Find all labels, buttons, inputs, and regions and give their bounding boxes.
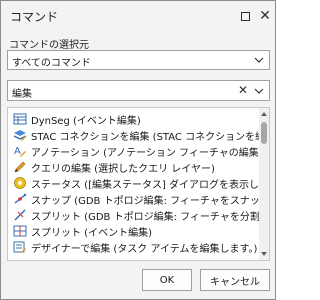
list-item-label: スプリット (イベント編集) (31, 227, 152, 239)
search-input-value: 編集 (12, 89, 32, 100)
scrollbar-thumb[interactable] (261, 122, 267, 144)
list-scrollbar[interactable] (259, 108, 269, 260)
chevron-down-icon (254, 57, 264, 63)
list-item[interactable]: ステータス ([編集ステータス] ダイアログを表示しま... (8, 175, 259, 191)
pencil-icon (14, 161, 26, 173)
clear-icon[interactable]: ✕ (238, 83, 248, 97)
close-button[interactable]: ✕ (255, 6, 275, 26)
list-item-label: スプリット (GDB トポロジ編集: フィーチャを分割す... (31, 211, 259, 223)
split-icon (14, 209, 26, 221)
commands-dialog: コマンド ✕ コマンドの選択元 すべてのコマンド 編集 ✕ DynSeg (イベ… (0, 0, 276, 300)
snap-icon (14, 193, 27, 204)
list-item-label: DynSeg (イベント編集) (31, 115, 141, 127)
source-dropdown-value: すべてのコマンド (12, 58, 91, 69)
command-list: DynSeg (イベント編集) STAC コネクションを編集 (STAC コネク… (7, 107, 270, 261)
split-event-icon (13, 225, 27, 237)
status-icon (14, 177, 26, 189)
maximize-button[interactable] (235, 6, 255, 26)
list-item[interactable]: A アノテーション (アノテーション フィーチャの編集) (8, 143, 259, 159)
list-item-label: スナップ (GDB トポロジ編集: フィーチャをスナップす... (31, 195, 259, 207)
list-item-label: デザイナーで編集 (タスク アイテムを編集します。) (31, 243, 258, 255)
dynseg-table-icon (13, 113, 27, 125)
chevron-down-icon[interactable] (253, 85, 265, 97)
list-item[interactable]: クエリの編集 (選択したクエリ レイヤー) (8, 159, 259, 175)
source-dropdown[interactable]: すべてのコマンド (7, 50, 270, 70)
list-item[interactable]: STAC コネクションを編集 (STAC コネクションを編... (8, 127, 259, 143)
svg-text:A: A (14, 146, 21, 157)
list-item-label: STAC コネクションを編集 (STAC コネクションを編... (31, 131, 259, 143)
list-item-label: アノテーション (アノテーション フィーチャの編集) (31, 147, 259, 159)
close-icon: ✕ (259, 8, 271, 24)
list-item[interactable]: スプリット (GDB トポロジ編集: フィーチャを分割す... (8, 207, 259, 223)
list-item[interactable]: スプリット (イベント編集) (8, 223, 259, 239)
cancel-button[interactable]: キャンセル (200, 269, 270, 291)
title-bar: コマンド ✕ (1, 1, 275, 31)
list-item-label: ステータス ([編集ステータス] ダイアログを表示しま... (31, 179, 259, 191)
search-input[interactable]: 編集 ✕ (7, 80, 270, 101)
scroll-up-icon[interactable] (260, 110, 268, 118)
maximize-icon (240, 11, 250, 21)
list-item[interactable]: スナップ (GDB トポロジ編集: フィーチャをスナップす... (8, 191, 259, 207)
list-item[interactable]: DynSeg (イベント編集) (8, 111, 259, 127)
annotation-icon: A (14, 146, 26, 157)
ok-button[interactable]: OK (142, 269, 192, 291)
window-title: コマンド (10, 10, 59, 24)
list-item-label: クエリの編集 (選択したクエリ レイヤー) (31, 163, 215, 175)
scroll-down-icon[interactable] (260, 250, 268, 258)
stac-layers-icon (13, 130, 27, 141)
source-label: コマンドの選択元 (9, 40, 89, 51)
list-item[interactable]: デザイナーで編集 (タスク アイテムを編集します。) (8, 239, 259, 255)
designer-icon (13, 241, 26, 253)
